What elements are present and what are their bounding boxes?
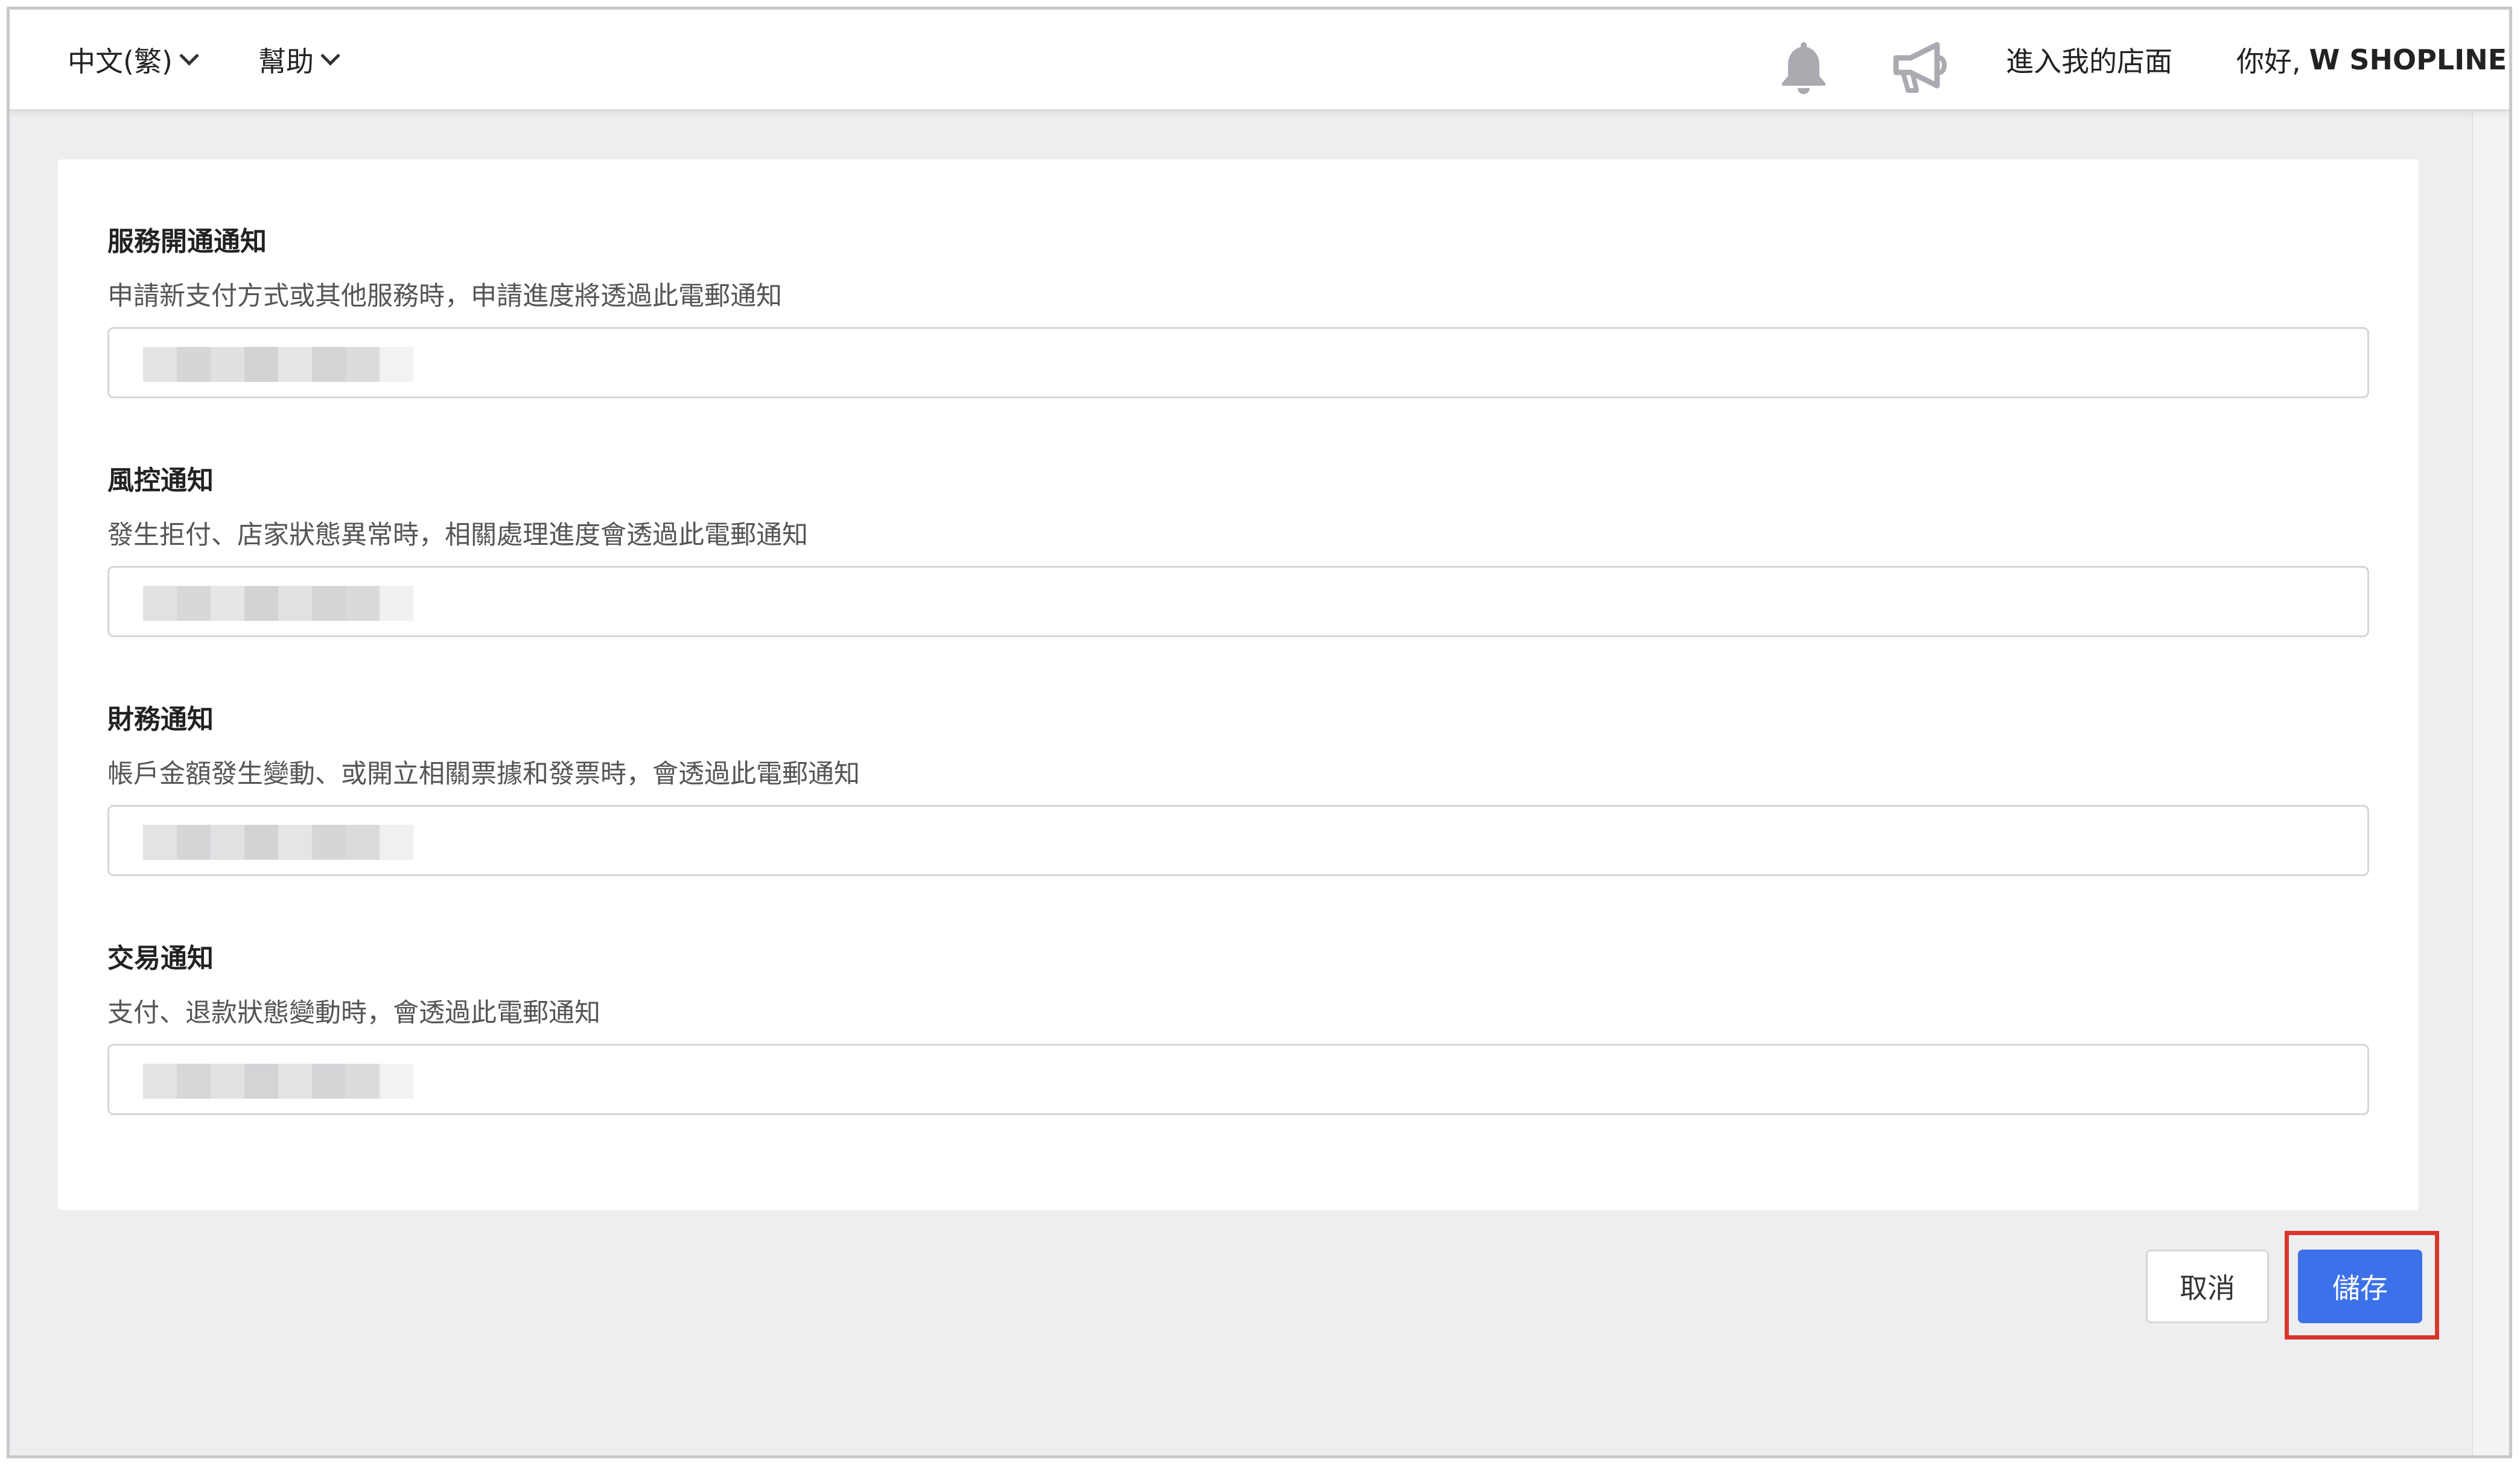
language-dropdown[interactable]: 中文(繁) (68, 10, 199, 109)
section-description: 申請新支付方式或其他服務時，申請進度將透過此電郵通知 (107, 281, 782, 311)
transaction-email-input[interactable] (107, 1044, 2369, 1115)
top-navigation-bar: 中文(繁) 幫助 進入我的店面 你好, W SHOPLINE (10, 10, 2509, 111)
save-button-highlight-box (2285, 1231, 2439, 1339)
chevron-down-icon (179, 46, 199, 66)
section-description: 發生拒付、店家狀態異常時，相關處理進度會透過此電郵通知 (107, 520, 808, 550)
section-description: 支付、退款狀態變動時，會透過此電郵通知 (107, 998, 600, 1028)
greeting-prefix: 你好, (2236, 45, 2301, 78)
scrollbar-track[interactable] (2472, 111, 2509, 1455)
section-title: 風控通知 (107, 465, 214, 496)
language-label: 中文(繁) (68, 45, 173, 78)
redacted-email (143, 586, 413, 621)
user-name: W SHOPLINE (2309, 43, 2507, 76)
section-title: 財務通知 (107, 704, 214, 735)
section-description: 帳戶金額發生變動、或開立相關票據和發票時，會透過此電郵通知 (107, 759, 860, 789)
user-menu-dropdown[interactable]: 你好, W SHOPLINE (2236, 10, 2509, 109)
help-label: 幫助 (258, 45, 314, 78)
enter-store-link[interactable]: 進入我的店面 (2006, 10, 2172, 109)
app-window: 中文(繁) 幫助 進入我的店面 你好, W SHOPLINE 服務開通通知 申請… (7, 7, 2512, 1458)
redacted-email (143, 1064, 413, 1099)
bell-icon[interactable] (1779, 40, 1828, 94)
finance-email-input[interactable] (107, 805, 2369, 876)
cancel-button[interactable]: 取消 (2146, 1250, 2269, 1323)
megaphone-icon[interactable] (1892, 40, 1950, 94)
chevron-down-icon (320, 46, 340, 66)
service-activation-email-input[interactable] (107, 327, 2369, 398)
section-title: 交易通知 (107, 943, 214, 974)
notification-settings-card: 服務開通通知 申請新支付方式或其他服務時，申請進度將透過此電郵通知 風控通知 發… (58, 159, 2419, 1210)
risk-control-email-input[interactable] (107, 566, 2369, 637)
section-title: 服務開通通知 (107, 226, 267, 257)
help-dropdown[interactable]: 幫助 (258, 10, 340, 109)
redacted-email (143, 347, 413, 382)
redacted-email (143, 825, 413, 860)
